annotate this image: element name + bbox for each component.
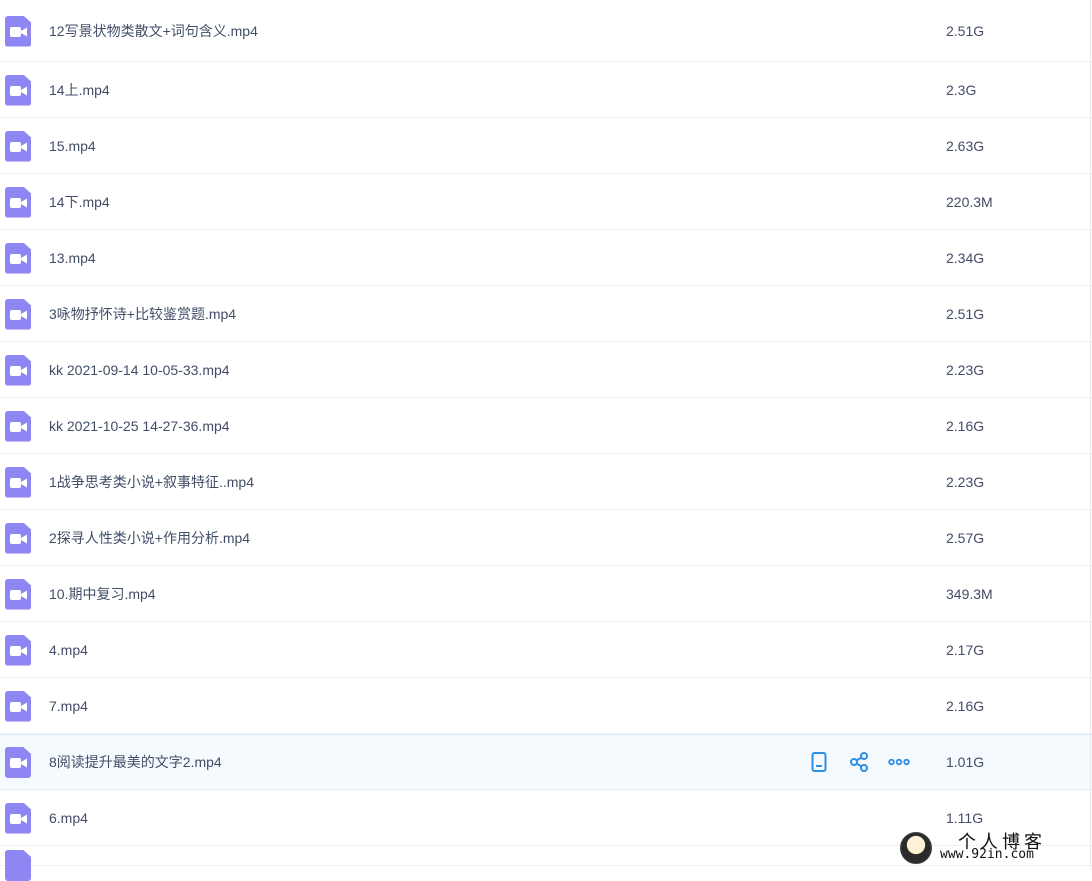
video-file-icon[interactable] <box>5 15 31 47</box>
file-row[interactable]: 8阅读提升最美的文字2.mp4 1.01G <box>0 734 1092 790</box>
file-size: 2.51G <box>946 22 985 39</box>
video-file-icon[interactable] <box>5 850 31 881</box>
file-row[interactable]: 4.mp4 2.17G <box>0 622 1092 678</box>
file-name[interactable]: 14上.mp4 <box>49 80 110 100</box>
file-row[interactable]: kk 2021-10-25 14-27-36.mp4 2.16G <box>0 398 1092 454</box>
row-actions <box>808 751 928 773</box>
file-row[interactable]: 10.期中复习.mp4 349.3M <box>0 566 1092 622</box>
file-row[interactable]: 2探寻人性类小说+作用分析.mp4 2.57G <box>0 510 1092 566</box>
file-size: 1.11G <box>946 809 984 826</box>
file-row[interactable]: 3咏物抒怀诗+比较鉴赏题.mp4 2.51G <box>0 286 1092 342</box>
file-name[interactable]: 14下.mp4 <box>49 192 110 212</box>
file-name[interactable]: 12写景状物类散文+词句含义.mp4 <box>49 21 258 41</box>
video-file-icon[interactable] <box>5 634 31 666</box>
file-size: 2.57G <box>946 529 985 546</box>
file-row[interactable]: 14上.mp4 2.3G <box>0 62 1092 118</box>
video-file-icon[interactable] <box>5 74 31 106</box>
file-row[interactable]: 15.mp4 2.63G <box>0 118 1092 174</box>
file-name[interactable]: 10.期中复习.mp4 <box>49 584 156 604</box>
video-file-icon[interactable] <box>5 130 31 162</box>
file-row[interactable]: 12写景状物类散文+词句含义.mp4 2.51G <box>0 0 1092 62</box>
video-file-icon[interactable] <box>5 298 31 330</box>
watermark: 个人博客 www.92in.com <box>900 828 1090 864</box>
phone-icon[interactable] <box>808 751 830 773</box>
video-file-icon[interactable] <box>5 690 31 722</box>
file-size: 2.16G <box>946 417 985 434</box>
file-name[interactable]: 1战争思考类小说+叙事特征..mp4 <box>49 472 254 492</box>
video-file-icon[interactable] <box>5 578 31 610</box>
watermark-logo-icon <box>900 832 932 864</box>
file-row[interactable]: 13.mp4 2.34G <box>0 230 1092 286</box>
more-icon[interactable] <box>888 751 910 773</box>
file-size: 2.63G <box>946 137 985 154</box>
file-name[interactable]: 13.mp4 <box>49 250 96 266</box>
file-name[interactable]: kk 2021-10-25 14-27-36.mp4 <box>49 418 230 434</box>
scroll-edge <box>1090 0 1091 869</box>
file-name[interactable]: 8阅读提升最美的文字2.mp4 <box>49 752 222 772</box>
video-file-icon[interactable] <box>5 522 31 554</box>
file-name[interactable]: 7.mp4 <box>49 698 88 714</box>
file-row[interactable]: 1战争思考类小说+叙事特征..mp4 2.23G <box>0 454 1092 510</box>
file-size: 2.34G <box>946 249 985 266</box>
file-name[interactable]: 3咏物抒怀诗+比较鉴赏题.mp4 <box>49 304 236 324</box>
file-name[interactable]: 2探寻人性类小说+作用分析.mp4 <box>49 528 250 548</box>
file-size: 2.23G <box>946 361 985 378</box>
file-size: 220.3M <box>946 193 993 210</box>
video-file-icon[interactable] <box>5 410 31 442</box>
file-size: 2.51G <box>946 305 985 322</box>
file-row[interactable]: kk 2021-09-14 10-05-33.mp4 2.23G <box>0 342 1092 398</box>
file-list: 12写景状物类散文+词句含义.mp4 2.51G 14上.mp4 2.3G 15.mp4… <box>0 0 1092 881</box>
file-row[interactable]: 14下.mp4 220.3M <box>0 174 1092 230</box>
file-name[interactable]: 6.mp4 <box>49 810 88 826</box>
video-file-icon[interactable] <box>5 242 31 274</box>
watermark-url: www.92in.com <box>940 847 1034 862</box>
file-size: 2.23G <box>946 473 985 490</box>
file-name[interactable]: kk 2021-09-14 10-05-33.mp4 <box>49 362 230 378</box>
file-size: 2.17G <box>946 641 985 658</box>
video-file-icon[interactable] <box>5 802 31 834</box>
video-file-icon[interactable] <box>5 186 31 218</box>
file-name[interactable]: 15.mp4 <box>49 138 96 154</box>
file-size: 1.01G <box>946 754 985 770</box>
file-size: 2.3G <box>946 81 977 98</box>
video-file-icon[interactable] <box>5 354 31 386</box>
file-row[interactable]: 7.mp4 2.16G <box>0 678 1092 734</box>
video-file-icon[interactable] <box>5 747 31 778</box>
file-name[interactable]: 4.mp4 <box>49 642 88 658</box>
share-icon[interactable] <box>848 751 870 773</box>
file-size: 2.16G <box>946 697 985 714</box>
video-file-icon[interactable] <box>5 466 31 498</box>
file-size: 349.3M <box>946 585 993 602</box>
